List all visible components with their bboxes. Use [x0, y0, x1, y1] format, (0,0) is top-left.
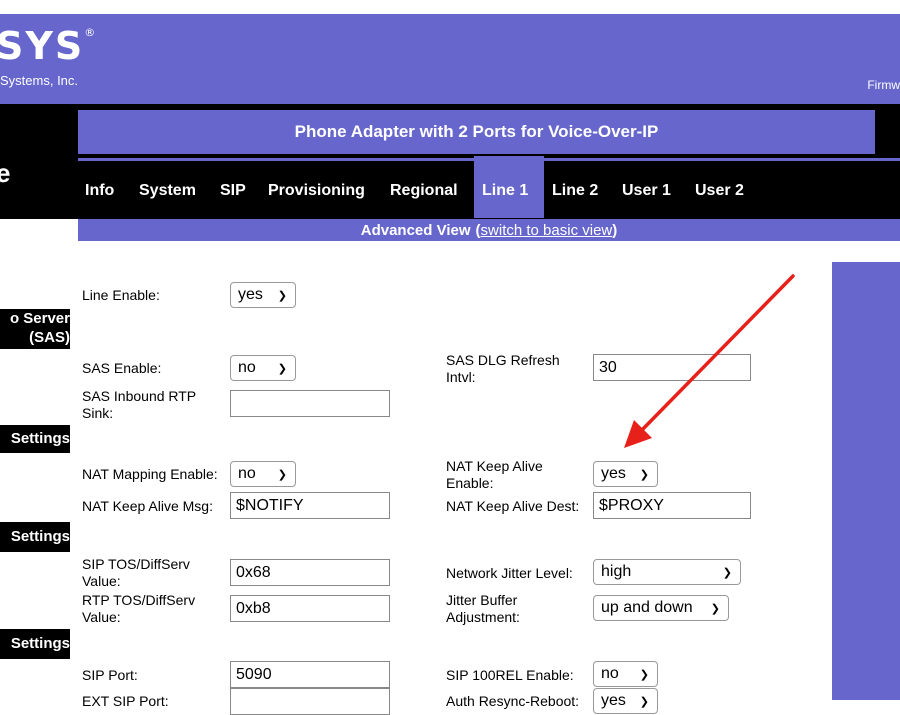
annotation-arrow-icon — [624, 274, 795, 448]
